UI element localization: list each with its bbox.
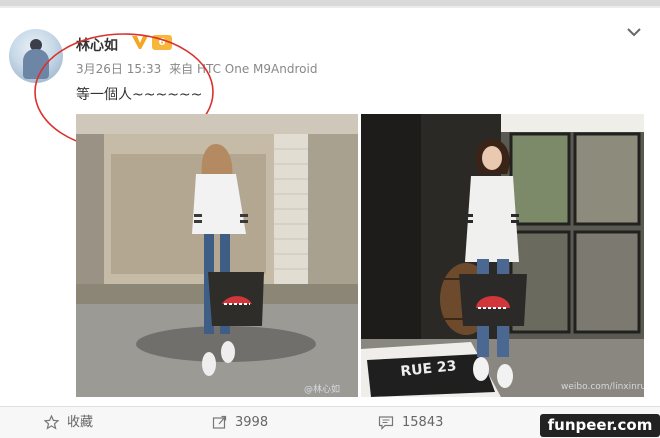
repost-count: 3998 (235, 415, 269, 430)
favorite-button[interactable]: 收藏 (44, 407, 93, 438)
avatar-figure-body (23, 49, 49, 79)
photo-watermark: weibo.com/linxinru (561, 382, 644, 392)
repost-button[interactable]: 3998 (212, 407, 268, 438)
chevron-down-icon[interactable] (626, 26, 642, 38)
post-photo-2[interactable]: RUE 23 weibo.com/linxinru (361, 114, 644, 397)
star-icon (44, 415, 59, 430)
post-photo-1[interactable]: @林心如 (76, 114, 358, 397)
street-photo-image (76, 114, 358, 397)
comment-button[interactable]: 15843 (378, 407, 443, 438)
favorite-label: 收藏 (67, 415, 94, 430)
verified-v-icon (132, 36, 148, 49)
comment-count: 15843 (402, 415, 444, 430)
username[interactable]: 林心如 (76, 35, 118, 55)
site-watermark-logo: funpeer.com (540, 414, 660, 437)
post-source[interactable]: 来自 HTC One M9Android (169, 62, 317, 76)
previous-post-edge (0, 0, 660, 6)
repost-icon (212, 415, 227, 429)
cafe-photo-image: RUE 23 (361, 114, 644, 397)
member-level-badge: 6 (152, 35, 172, 50)
avatar[interactable] (9, 29, 63, 83)
photo-watermark: @林心如 (304, 385, 341, 395)
post-timestamp[interactable]: 3月26日 15:33 (76, 62, 161, 76)
post-text: 等一個人~~~~~~ (76, 87, 203, 103)
post-meta: 3月26日 15:33 来自 HTC One M9Android (76, 60, 321, 77)
comment-icon (378, 416, 394, 430)
